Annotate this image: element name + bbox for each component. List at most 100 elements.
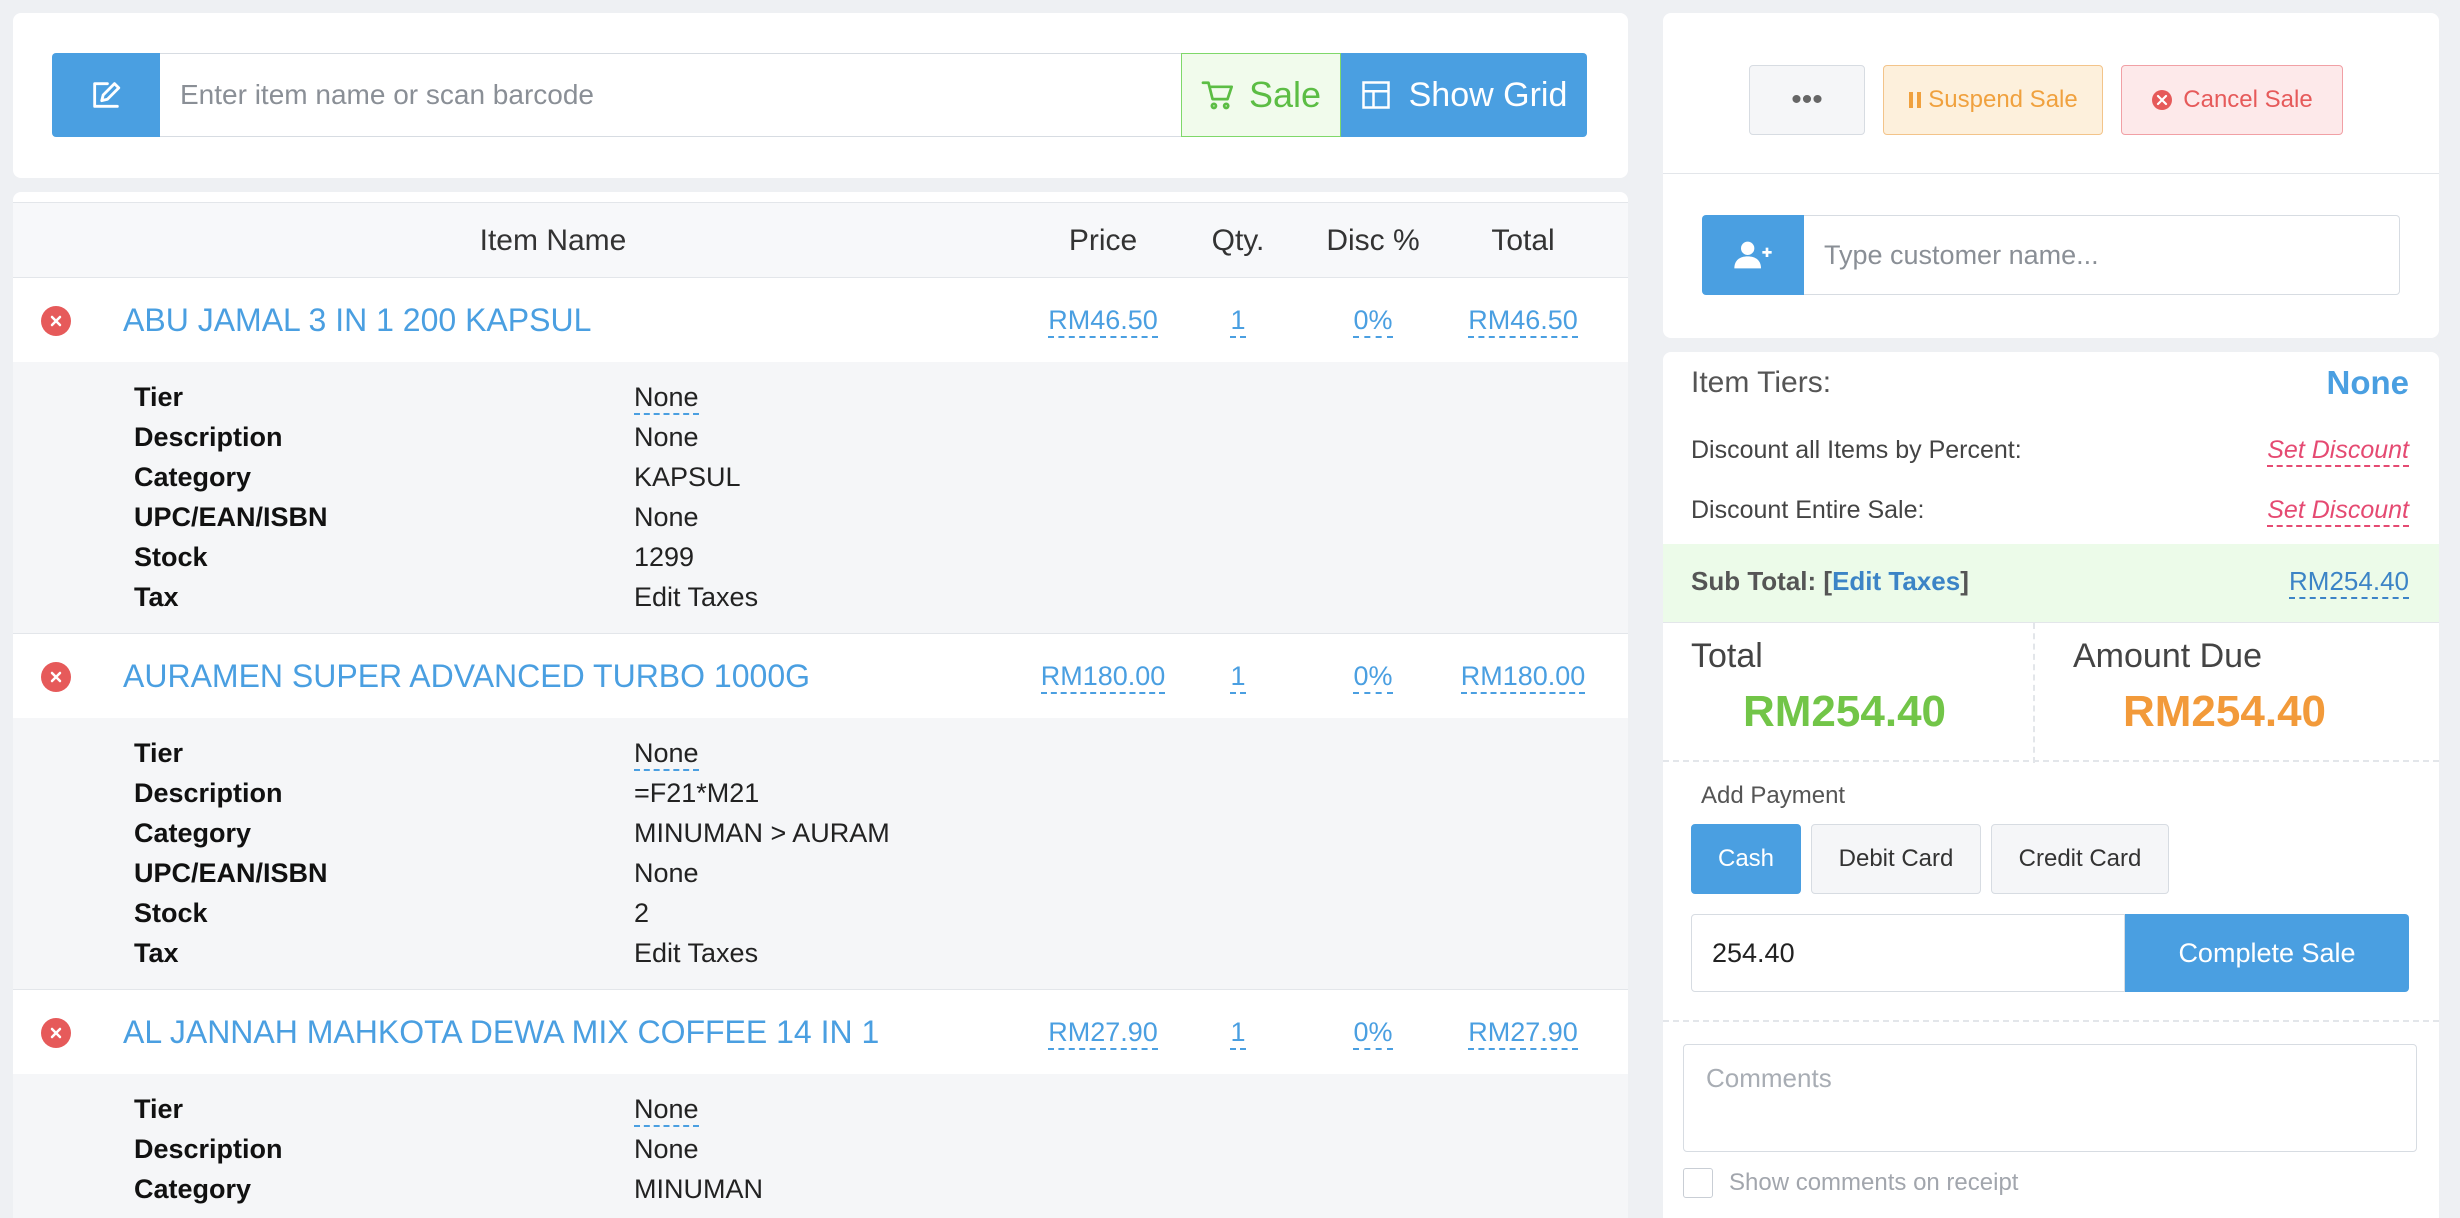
close-icon (50, 671, 62, 683)
item-discount[interactable]: 0% (1353, 1016, 1393, 1051)
subtotal-text: Sub Total: (1691, 566, 1817, 596)
show-comments-label: Show comments on receipt (1729, 1169, 2019, 1196)
tier-value[interactable]: None (634, 738, 699, 771)
show-comments-checkbox[interactable] (1683, 1168, 1713, 1198)
upc-value: None (634, 502, 699, 532)
edit-icon-button[interactable] (52, 53, 160, 137)
payment-cash-button[interactable]: Cash (1691, 824, 1801, 894)
tier-label: Tier (134, 1094, 184, 1124)
stock-label: Stock (134, 542, 208, 572)
item-price[interactable]: RM27.90 (1048, 1016, 1158, 1051)
item-price[interactable]: RM180.00 (1040, 660, 1166, 695)
item-name-link[interactable]: AL JANNAH MAHKOTA DEWA MIX COFFEE 14 IN … (123, 990, 879, 1074)
item-name-link[interactable]: ABU JAMAL 3 IN 1 200 KAPSUL (123, 278, 591, 362)
remove-item-button[interactable] (41, 1018, 71, 1048)
item-total[interactable]: RM27.90 (1468, 1016, 1578, 1051)
remove-item-button[interactable] (41, 306, 71, 336)
item-qty[interactable]: 1 (1230, 304, 1246, 339)
amount-due-label: Amount Due (2073, 637, 2262, 675)
subtotal-label: Sub Total: [Edit Taxes] (1691, 566, 1969, 596)
upc-value: None (634, 858, 699, 888)
cancel-sale-button[interactable]: Cancel Sale (2121, 65, 2343, 135)
item-discount[interactable]: 0% (1353, 304, 1393, 339)
tier-label: Tier (134, 738, 184, 768)
complete-sale-button[interactable]: Complete Sale (2125, 914, 2409, 992)
item-qty[interactable]: 1 (1230, 1016, 1246, 1051)
divider (1663, 173, 2439, 174)
cart-item-row: AURAMEN SUPER ADVANCED TURBO 1000G RM180… (13, 634, 1628, 718)
total-label: Total (1691, 637, 1763, 675)
item-search-input[interactable] (160, 53, 1181, 137)
item-tiers-label: Item Tiers: (1691, 366, 1832, 399)
discount-percent-label: Discount all Items by Percent: (1691, 436, 2022, 464)
tier-value[interactable]: None (634, 1094, 699, 1127)
set-discount-entire-link[interactable]: Set Discount (2267, 496, 2409, 527)
category-value: MINUMAN > AURAM (634, 818, 890, 848)
description-label: Description (134, 1134, 283, 1164)
stock-value: 1299 (634, 542, 695, 572)
cart-table-header: Item Name Price Qty. Disc % Total (13, 202, 1628, 278)
set-discount-percent-link[interactable]: Set Discount (2267, 436, 2409, 467)
close-icon (50, 1027, 62, 1039)
category-label: Category (134, 1174, 252, 1204)
sale-mode-button[interactable]: Sale (1181, 53, 1341, 137)
edit-taxes-link[interactable]: Edit Taxes (634, 582, 758, 613)
amount-due-value: RM254.40 (2123, 687, 2327, 736)
tier-value[interactable]: None (634, 382, 699, 415)
tax-label: Tax (134, 938, 179, 968)
item-details: Tier None Description =F21*M21 Category … (13, 718, 1628, 990)
item-tiers-value[interactable]: None (2327, 364, 2410, 402)
sale-summary-panel: Item Tiers: None Discount all Items by P… (1663, 352, 2439, 1218)
payment-credit-card-button[interactable]: Credit Card (1991, 824, 2169, 894)
payment-debit-card-button[interactable]: Debit Card (1811, 824, 1981, 894)
suspend-sale-label: Suspend Sale (1928, 86, 2078, 113)
cart-item-row: ABU JAMAL 3 IN 1 200 KAPSUL RM46.50 1 0%… (13, 278, 1628, 362)
pause-icon (1909, 92, 1922, 108)
subtotal-row: Sub Total: [Edit Taxes] RM254.40 (1663, 544, 2439, 622)
header-price: Price (1068, 224, 1138, 257)
item-details: Tier None Description None Category KAPS… (13, 362, 1628, 634)
sale-label: Sale (1248, 74, 1322, 115)
description-label: Description (134, 422, 283, 452)
close-icon (50, 315, 62, 327)
item-discount[interactable]: 0% (1353, 660, 1393, 695)
suspend-sale-button[interactable]: Suspend Sale (1883, 65, 2103, 135)
upc-label: UPC/EAN/ISBN (134, 502, 328, 532)
category-value: MINUMAN (634, 1174, 763, 1204)
show-comments-option: Show comments on receipt (1683, 1168, 2018, 1198)
stock-value: 2 (634, 898, 650, 928)
payment-amount-input[interactable] (1691, 914, 2125, 992)
add-payment-label: Add Payment (1701, 782, 1846, 809)
item-qty[interactable]: 1 (1230, 660, 1246, 695)
description-label: Description (134, 778, 283, 808)
subtotal-value[interactable]: RM254.40 (2289, 566, 2409, 599)
item-name-link[interactable]: AURAMEN SUPER ADVANCED TURBO 1000G (123, 634, 810, 718)
totals-row: Total RM254.40 Amount Due RM254.40 (1663, 622, 2439, 763)
header-total: Total (1491, 224, 1555, 257)
description-value: =F21*M21 (634, 778, 760, 808)
cancel-circle-icon (2152, 90, 2173, 110)
tax-label: Tax (134, 582, 179, 612)
divider (2033, 623, 2035, 763)
discount-entire-label: Discount Entire Sale: (1691, 496, 1925, 524)
comments-textarea[interactable] (1683, 1044, 2417, 1152)
cancel-sale-label: Cancel Sale (2183, 86, 2313, 113)
more-options-button[interactable]: ••• (1749, 65, 1865, 135)
edit-taxes-link[interactable]: Edit Taxes (634, 938, 758, 969)
category-value: KAPSUL (634, 462, 741, 492)
item-total[interactable]: RM180.00 (1460, 660, 1586, 695)
add-customer-button[interactable] (1702, 215, 1804, 295)
show-grid-button[interactable]: Show Grid (1341, 53, 1587, 137)
remove-item-button[interactable] (41, 662, 71, 692)
item-details: Tier None Description None Category MINU… (13, 1074, 1628, 1218)
item-price[interactable]: RM46.50 (1048, 304, 1158, 339)
cart-items-panel: Item Name Price Qty. Disc % Total ABU JA… (13, 192, 1628, 1218)
edit-taxes-link[interactable]: Edit Taxes (1832, 566, 1960, 596)
item-total[interactable]: RM46.50 (1468, 304, 1578, 339)
header-item-name: Item Name (479, 224, 627, 257)
grid-icon (1361, 81, 1390, 109)
edit-icon (93, 82, 121, 108)
customer-search-input[interactable] (1804, 215, 2400, 295)
search-bar: Sale Show Grid (52, 53, 1587, 137)
cart-item-row: AL JANNAH MAHKOTA DEWA MIX COFFEE 14 IN … (13, 990, 1628, 1074)
